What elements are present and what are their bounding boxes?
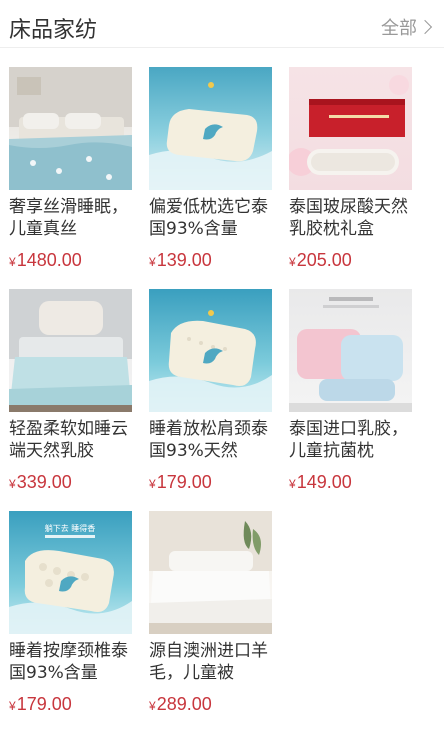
chevron-right-icon xyxy=(417,19,433,35)
section-title: 床品家纺 xyxy=(9,18,98,43)
product-price: ¥339.00 xyxy=(9,472,72,492)
product-image xyxy=(289,289,412,412)
product-image xyxy=(149,67,272,190)
product-card[interactable]: 泰国进口乳胶，儿童抗菌枕 ¥149.00 xyxy=(289,289,412,511)
product-price: ¥205.00 xyxy=(289,250,352,270)
product-grid: 奢享丝滑睡眠，儿童真丝 ¥1480.00 偏爱低枕选它泰国93%含量 ¥139.… xyxy=(9,67,413,733)
product-price: ¥289.00 xyxy=(149,694,212,714)
product-price: ¥149.00 xyxy=(289,472,352,492)
product-card[interactable]: 偏爱低枕选它泰国93%含量 ¥139.00 xyxy=(149,67,272,289)
product-price: ¥139.00 xyxy=(149,250,212,270)
product-name: 源自澳洲进口羊毛，儿童被 xyxy=(149,641,268,683)
product-price: ¥179.00 xyxy=(9,694,72,714)
section-header: 床品家纺 全部 xyxy=(0,0,444,48)
product-image xyxy=(149,511,272,634)
product-name: 奢享丝滑睡眠，儿童真丝 xyxy=(9,197,128,239)
svg-text:躺下去 睡得香: 躺下去 睡得香 xyxy=(45,523,96,533)
product-name: 泰国玻尿酸天然乳胶枕礼盒 xyxy=(289,197,408,239)
product-price: ¥179.00 xyxy=(149,472,212,492)
product-name: 轻盈柔软如睡云端天然乳胶 xyxy=(9,419,128,461)
product-image xyxy=(9,67,132,190)
product-image xyxy=(289,67,412,190)
product-card[interactable]: 睡着放松肩颈泰国93%天然 ¥179.00 xyxy=(149,289,272,511)
product-card[interactable]: 源自澳洲进口羊毛，儿童被 ¥289.00 xyxy=(149,511,272,733)
product-name: 睡着放松肩颈泰国93%天然 xyxy=(149,419,268,461)
product-card[interactable]: 轻盈柔软如睡云端天然乳胶 ¥339.00 xyxy=(9,289,132,511)
view-all-link[interactable]: 全部 xyxy=(381,14,433,40)
product-image: 躺下去 睡得香 xyxy=(9,511,132,634)
product-name: 偏爱低枕选它泰国93%含量 xyxy=(149,197,268,239)
product-name: 睡着按摩颈椎泰国93%含量 xyxy=(9,641,128,683)
product-image xyxy=(149,289,272,412)
product-card[interactable]: 躺下去 睡得香 睡着按摩颈椎泰国93%含量 ¥179.00 xyxy=(9,511,132,733)
product-name: 泰国进口乳胶，儿童抗菌枕 xyxy=(289,419,408,461)
product-image xyxy=(9,289,132,412)
product-card[interactable]: 泰国玻尿酸天然乳胶枕礼盒 ¥205.00 xyxy=(289,67,412,289)
view-all-label: 全部 xyxy=(381,18,417,39)
product-price: ¥1480.00 xyxy=(9,250,82,270)
product-card[interactable]: 奢享丝滑睡眠，儿童真丝 ¥1480.00 xyxy=(9,67,132,289)
